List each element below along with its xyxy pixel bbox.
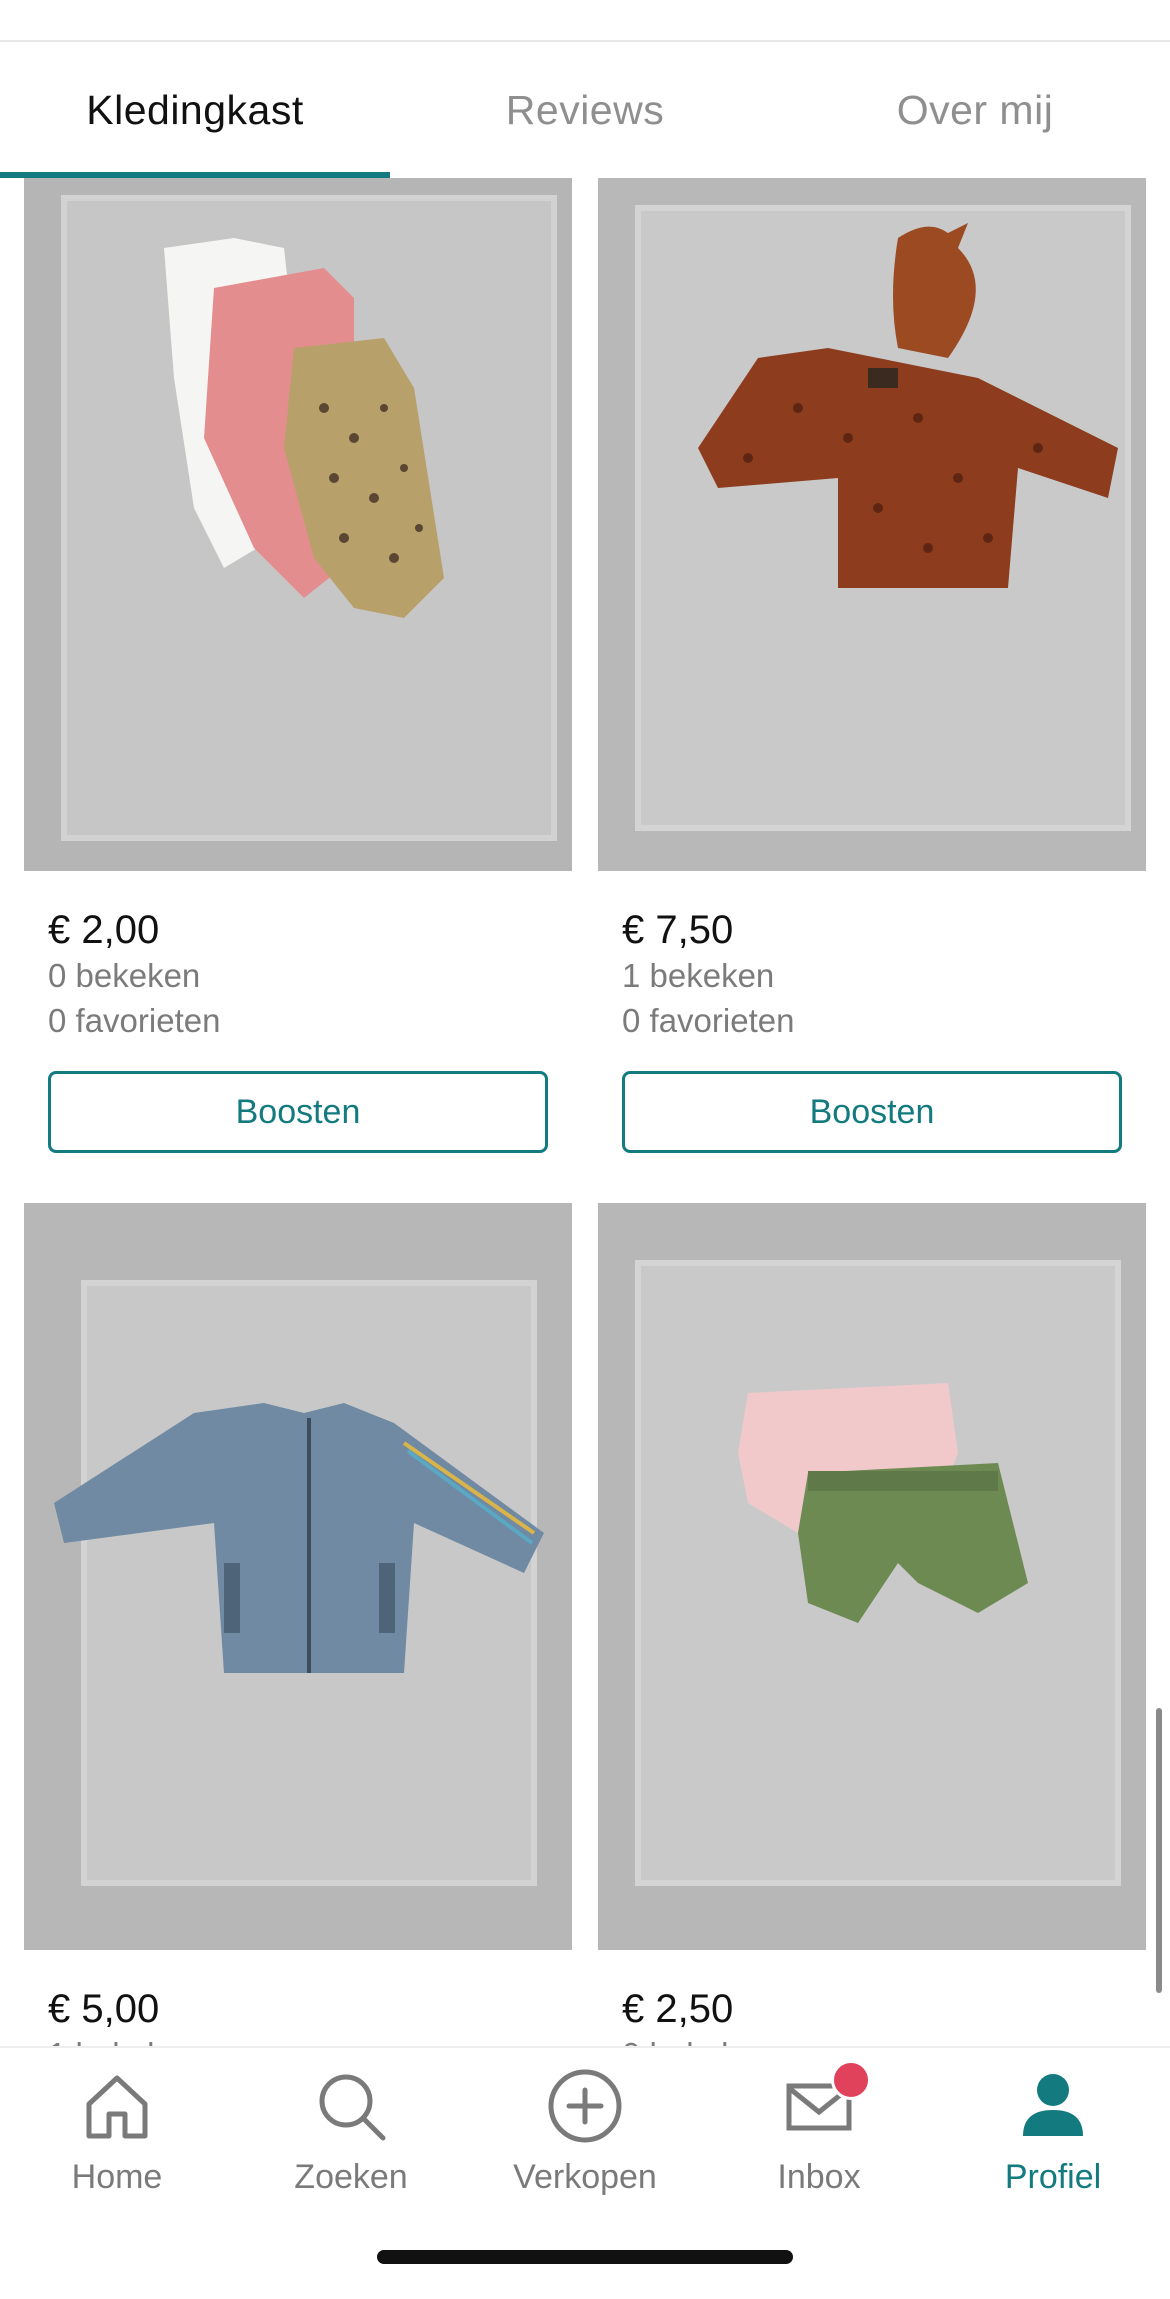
nav-search-label: Zoeken: [294, 2158, 408, 2196]
profile-icon: [1013, 2066, 1093, 2146]
item-photo-cardigan: [598, 178, 1146, 871]
nav-profile-label: Profiel: [1004, 2158, 1102, 2196]
item-views: 1 bekeken: [48, 2032, 572, 2046]
item-price: € 7,50: [622, 908, 734, 952]
tab-kledingkast[interactable]: Kledingkast: [0, 42, 390, 178]
nav-sell[interactable]: Verkopen: [468, 2066, 702, 2226]
item-views: 0 bekeken: [48, 957, 201, 994]
nav-home-label: Home: [71, 2158, 163, 2196]
item-price: € 2,50: [622, 1987, 734, 2031]
item-photo-bodysuits: [24, 178, 572, 871]
nav-inbox[interactable]: Inbox: [702, 2060, 936, 2226]
home-indicator[interactable]: [377, 2250, 793, 2264]
tab-over-mij[interactable]: Over mij: [780, 42, 1170, 178]
item-price: € 2,00: [48, 908, 160, 952]
nav-home[interactable]: Home: [0, 2066, 234, 2226]
item-photo-denim-jacket: [24, 1203, 572, 1950]
scrollbar[interactable]: [1156, 1708, 1162, 1993]
item-price: € 5,00: [48, 1987, 160, 2031]
item-photo[interactable]: [24, 178, 572, 871]
nav-profile[interactable]: Profiel: [936, 2066, 1170, 2226]
item-photo[interactable]: [598, 1203, 1146, 1950]
plus-circle-icon: [545, 2066, 625, 2146]
item-views: 1 bekeken: [622, 957, 775, 994]
nav-inbox-label: Inbox: [777, 2158, 861, 2196]
search-icon: [311, 2066, 391, 2146]
item-card[interactable]: € 7,50 1 bekeken 0 favorieten Boosten: [598, 178, 1146, 1153]
tab-reviews[interactable]: Reviews: [390, 42, 780, 178]
boost-button[interactable]: Boosten: [622, 1071, 1122, 1153]
item-views: 0 bekeken: [622, 2032, 1146, 2046]
wardrobe-feed[interactable]: € 2,00 0 bekeken 0 favorieten Boosten € …: [0, 178, 1170, 2046]
item-photo[interactable]: [24, 1203, 572, 1950]
item-photo[interactable]: [598, 178, 1146, 871]
item-card[interactable]: € 5,00 1 bekeken: [24, 1203, 572, 2046]
item-card[interactable]: € 2,00 0 bekeken 0 favorieten Boosten: [24, 178, 572, 1153]
nav-sell-label: Verkopen: [513, 2158, 657, 2196]
profile-tabs: Kledingkast Reviews Over mij: [0, 42, 1170, 178]
home-icon: [77, 2066, 157, 2146]
item-favorites: 0 favorieten: [622, 1002, 795, 1039]
status-area: [0, 0, 1170, 42]
boost-button[interactable]: Boosten: [48, 1071, 548, 1153]
item-photo-shorts: [598, 1203, 1146, 1950]
notification-badge: [831, 2060, 871, 2100]
item-favorites: 0 favorieten: [48, 1002, 221, 1039]
nav-search[interactable]: Zoeken: [234, 2066, 468, 2226]
item-card[interactable]: € 2,50 0 bekeken: [598, 1203, 1146, 2046]
mail-icon: [779, 2060, 871, 2146]
